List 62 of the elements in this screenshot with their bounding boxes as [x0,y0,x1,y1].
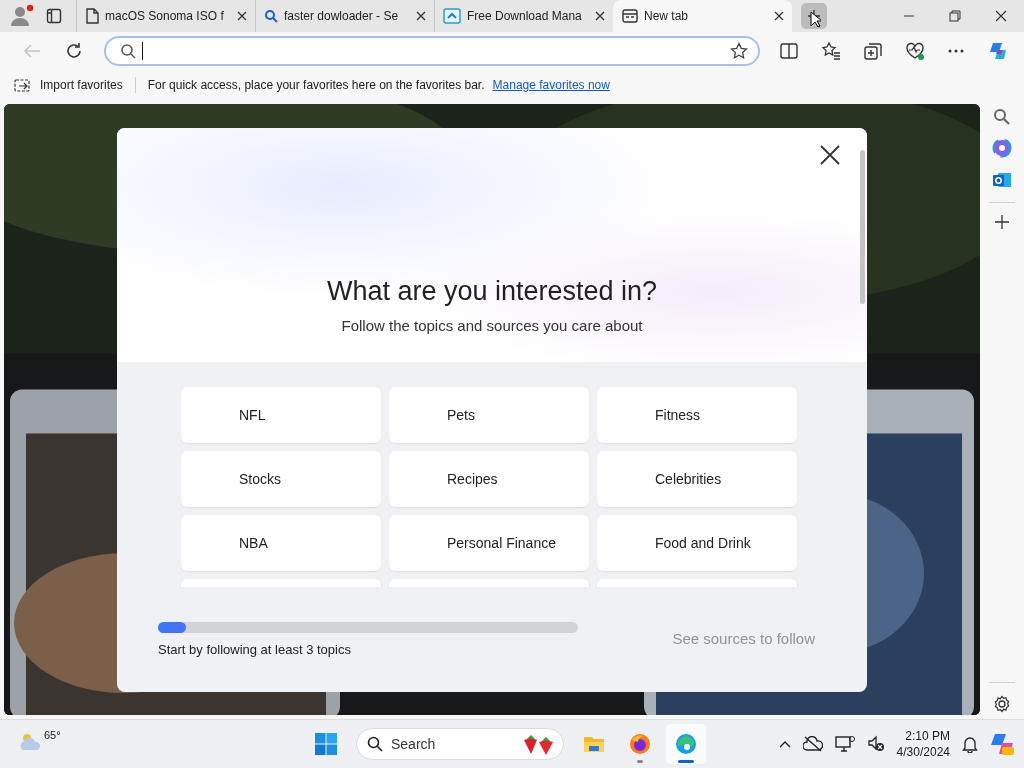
star-icon[interactable] [729,42,748,60]
restore-icon[interactable] [949,10,961,22]
new-tab-page-icon [622,9,638,23]
close-icon[interactable] [995,10,1007,22]
topic-card[interactable]: Food and Drink [597,515,797,571]
clock-date[interactable]: 4/30/2024 [896,744,950,760]
chevron-up-icon[interactable] [778,740,791,748]
close-icon[interactable] [237,11,247,21]
document-icon [85,8,99,24]
browser-logo-icon [674,732,698,756]
close-icon[interactable] [819,144,841,166]
manage-favorites-link[interactable]: Manage favorites now [492,78,610,92]
favorites-bar-message: For quick access, place your favorites here on the favorites bar. [147,78,485,92]
topic-card[interactable]: Pets [389,387,589,443]
clock-time[interactable]: 2:10 PM [905,728,950,744]
topic-card[interactable]: Personal Finance [389,515,589,571]
settings-icon[interactable] [993,695,1011,713]
scrollbar-thumb[interactable] [860,150,865,304]
taskbar-search-field[interactable]: Search [356,728,564,760]
text-cursor [141,42,143,60]
mail-app-icon[interactable] [992,170,1012,190]
new-tab-button[interactable] [801,3,827,29]
import-favorites-link[interactable]: Import favorites [40,78,123,92]
search-icon [367,736,383,752]
search-icon [119,43,136,59]
running-indicator [637,760,643,763]
running-indicator [678,760,694,763]
start-icon[interactable] [314,732,338,756]
topic-card[interactable]: Celebrities [597,451,797,507]
collections-icon[interactable] [862,41,883,61]
dialog-title: What are you interested in? [326,276,658,307]
office-logo-icon[interactable] [992,138,1012,158]
bell-icon[interactable] [962,735,978,753]
topic-card[interactable]: Recipes [389,451,589,507]
heartbeat-icon[interactable] [904,41,925,61]
topic-card[interactable]: NBA [181,515,381,571]
browser-logo-icon [628,732,652,756]
progress-label: Start by following at least 3 topics [158,642,352,657]
browser-tab[interactable]: New tab [613,0,792,32]
mouse-pointer-icon [810,11,821,28]
cloud-off-icon[interactable] [802,736,823,752]
close-icon[interactable] [416,11,426,21]
topic-card[interactable]: Stocks [181,451,381,507]
profile-avatar-icon[interactable] [10,4,34,28]
taskbar-app-button[interactable] [666,724,706,764]
copilot-icon[interactable] [990,732,1014,756]
split-screen-icon[interactable] [779,41,800,61]
topic-card[interactable]: Fitness [597,387,797,443]
search-icon [264,9,278,23]
dialog-subtitle: Follow the topics and sources you care about [341,317,643,334]
speaker-muted-icon[interactable] [866,735,885,753]
topic-card[interactable]: NFL [181,387,381,443]
plus-icon[interactable] [995,215,1009,229]
favorites-icon[interactable] [821,41,842,61]
search-icon[interactable] [993,108,1011,126]
close-icon[interactable] [774,11,784,21]
network-icon[interactable] [834,735,855,753]
temperature: 65° [44,729,61,741]
import-icon [14,77,32,93]
close-icon[interactable] [595,11,605,21]
tab-actions-icon[interactable] [46,8,62,24]
app-logo-icon [443,8,461,24]
